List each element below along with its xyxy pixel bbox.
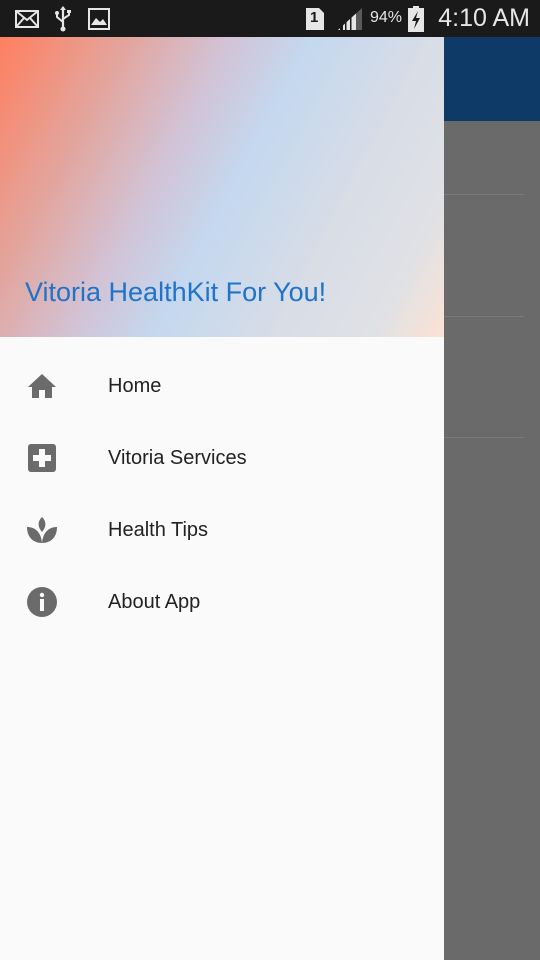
usb-icon: [52, 5, 74, 31]
navigation-drawer: Vitoria HealthKit For You! Home Vitoria …: [0, 37, 444, 960]
background-divider: [444, 194, 524, 195]
info-icon: [25, 585, 59, 619]
background-divider: [444, 437, 524, 438]
nav-item-health-tips[interactable]: Health Tips: [0, 494, 444, 566]
nav-item-label: Vitoria Services: [108, 446, 247, 469]
nav-item-label: About App: [108, 590, 201, 613]
battery-charging-icon: [406, 5, 426, 32]
nav-item-about-app[interactable]: About App: [0, 566, 444, 638]
sim-slot-number: 1: [310, 9, 319, 26]
signal-icon: [336, 6, 364, 31]
battery-percent: 94%: [370, 9, 403, 26]
image-icon: [87, 6, 111, 31]
spa-icon: [25, 513, 59, 547]
status-bar: 1 94% 4:10 AM: [0, 0, 540, 37]
screen: 1 94% 4:10 AM Vitoria HealthKit For You!…: [0, 0, 540, 960]
drawer-header: Vitoria HealthKit For You!: [0, 37, 444, 337]
clock: 4:10 AM: [438, 4, 530, 32]
nav-item-label: Home: [108, 374, 162, 397]
medical-plus-icon: [25, 441, 59, 475]
home-icon: [25, 369, 59, 403]
background-divider: [444, 316, 524, 317]
nav-item-label: Health Tips: [108, 518, 209, 541]
nav-item-home[interactable]: Home: [0, 350, 444, 422]
nav-item-vitoria-services[interactable]: Vitoria Services: [0, 422, 444, 494]
mail-icon: [14, 6, 40, 31]
drawer-header-title: Vitoria HealthKit For You!: [25, 277, 327, 307]
